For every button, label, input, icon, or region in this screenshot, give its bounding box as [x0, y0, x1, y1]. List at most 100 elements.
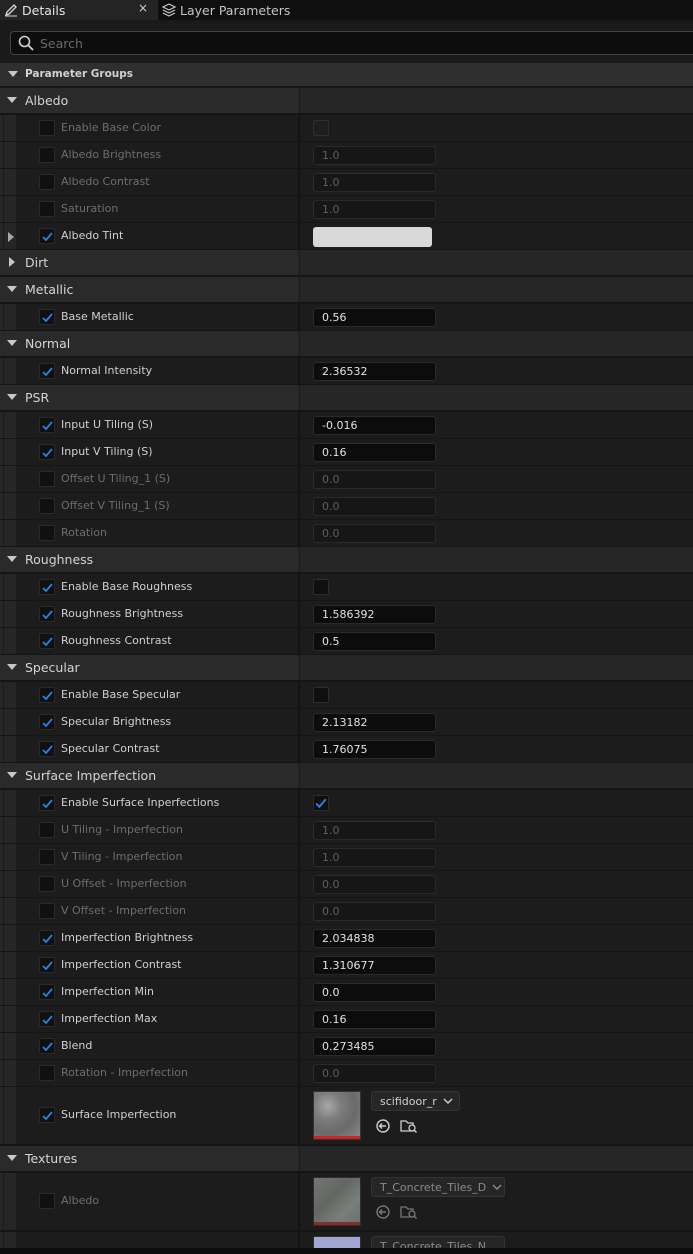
override-checkbox[interactable]	[39, 201, 55, 217]
override-checkbox[interactable]	[39, 984, 55, 1000]
texture-thumbnail[interactable]	[313, 1091, 361, 1140]
value-checkbox[interactable]	[313, 795, 329, 811]
value-field[interactable]: 2.36532	[313, 362, 436, 381]
override-checkbox[interactable]	[39, 579, 55, 595]
override-checkbox[interactable]	[39, 1011, 55, 1027]
group-surface-imperfection[interactable]: Surface Imperfection	[0, 762, 693, 788]
override-checkbox[interactable]	[39, 1038, 55, 1054]
override-checkbox[interactable]	[39, 714, 55, 730]
search-box[interactable]	[10, 31, 693, 55]
override-checkbox[interactable]	[39, 174, 55, 190]
horizontal-scrollbar[interactable]	[0, 1248, 693, 1254]
value-field[interactable]: 0.0	[313, 497, 436, 516]
value-field[interactable]: 0.0	[313, 524, 436, 543]
value-checkbox[interactable]	[313, 687, 329, 703]
value-field[interactable]: 0.16	[313, 1010, 436, 1029]
value-field[interactable]: 1.0	[313, 821, 436, 840]
texture-thumbnail[interactable]	[313, 1236, 361, 1248]
value-field[interactable]: 0.5	[313, 632, 436, 651]
expand-arrow-icon[interactable]	[7, 340, 17, 346]
browse-folder-icon[interactable]	[400, 1117, 418, 1135]
parameter-groups-header[interactable]: Parameter Groups	[0, 63, 693, 86]
override-checkbox[interactable]	[39, 687, 55, 703]
override-checkbox[interactable]	[39, 903, 55, 919]
value-field[interactable]: 0.0	[313, 470, 436, 489]
override-checkbox[interactable]	[39, 795, 55, 811]
override-checkbox[interactable]	[39, 849, 55, 865]
expand-arrow-icon[interactable]	[7, 664, 17, 670]
browse-folder-icon[interactable]	[400, 1203, 418, 1221]
override-checkbox[interactable]	[39, 633, 55, 649]
override-checkbox[interactable]	[39, 471, 55, 487]
override-checkbox[interactable]	[39, 444, 55, 460]
param-label: Rotation - Imperfection	[61, 1066, 188, 1079]
override-checkbox[interactable]	[39, 1193, 55, 1209]
override-checkbox[interactable]	[39, 957, 55, 973]
tab-details[interactable]: Details ×	[0, 0, 158, 20]
override-checkbox[interactable]	[39, 930, 55, 946]
value-field[interactable]: -0.016	[313, 416, 436, 435]
expand-arrow-icon[interactable]	[7, 394, 17, 400]
override-checkbox[interactable]	[39, 1107, 55, 1123]
group-psr[interactable]: PSR	[0, 384, 693, 410]
value-field[interactable]: 2.13182	[313, 713, 436, 732]
value-field[interactable]: 0.56	[313, 308, 436, 327]
group-normal[interactable]: Normal	[0, 330, 693, 356]
override-checkbox[interactable]	[39, 606, 55, 622]
expand-arrow-icon[interactable]	[8, 71, 18, 77]
asset-picker[interactable]: scifidoor_r	[371, 1091, 460, 1111]
asset-picker[interactable]: T_Concrete_Tiles_N	[371, 1236, 505, 1248]
override-checkbox[interactable]	[39, 147, 55, 163]
value-field[interactable]: 1.0	[313, 146, 436, 165]
expand-arrow-icon[interactable]	[7, 97, 17, 103]
expand-arrow-icon[interactable]	[7, 772, 17, 778]
value-field[interactable]: 0.0	[313, 875, 436, 894]
value-field[interactable]: 1.0	[313, 200, 436, 219]
expand-arrow-icon[interactable]	[7, 1155, 17, 1161]
override-checkbox[interactable]	[39, 741, 55, 757]
use-selected-icon[interactable]	[374, 1117, 392, 1135]
expand-arrow-icon[interactable]	[7, 556, 17, 562]
expand-arrow-icon[interactable]	[7, 286, 17, 292]
search-input[interactable]	[40, 35, 640, 51]
color-swatch[interactable]	[313, 227, 432, 247]
group-metallic[interactable]: Metallic	[0, 276, 693, 302]
value-field[interactable]: 1.0	[313, 848, 436, 867]
override-checkbox[interactable]	[39, 363, 55, 379]
value-checkbox[interactable]	[313, 579, 329, 595]
value-field[interactable]: 1.586392	[313, 605, 436, 624]
value-field[interactable]: 1.310677	[313, 956, 436, 975]
value-field[interactable]: 1.76075	[313, 740, 436, 759]
override-checkbox[interactable]	[39, 525, 55, 541]
asset-picker[interactable]: T_Concrete_Tiles_D	[371, 1177, 505, 1197]
group-roughness[interactable]: Roughness	[0, 546, 693, 572]
override-checkbox[interactable]	[39, 876, 55, 892]
value-field[interactable]: 0.0	[313, 902, 436, 921]
use-selected-icon[interactable]	[374, 1203, 392, 1221]
group-textures[interactable]: Textures	[0, 1145, 693, 1171]
expand-arrow-icon[interactable]	[8, 232, 14, 242]
value-field[interactable]: 1.0	[313, 173, 436, 192]
override-checkbox[interactable]	[39, 228, 55, 244]
texture-thumbnail[interactable]	[313, 1177, 361, 1226]
value-field[interactable]: 0.0	[313, 983, 436, 1002]
override-checkbox[interactable]	[39, 1065, 55, 1081]
override-checkbox[interactable]	[39, 822, 55, 838]
value-field[interactable]: 0.273485	[313, 1037, 436, 1056]
value-field[interactable]: 0.0	[313, 1064, 436, 1083]
group-albedo[interactable]: Albedo	[0, 87, 693, 113]
override-checkbox[interactable]	[39, 120, 55, 136]
close-icon[interactable]: ×	[138, 1, 148, 15]
override-checkbox[interactable]	[39, 417, 55, 433]
value-checkbox[interactable]	[313, 120, 329, 136]
group-dirt[interactable]: Dirt	[0, 249, 693, 275]
param-label: Enable Base Specular	[61, 688, 181, 701]
value-field[interactable]: 0.16	[313, 443, 436, 462]
override-checkbox[interactable]	[39, 309, 55, 325]
value-field[interactable]: 2.034838	[313, 929, 436, 948]
expand-arrow-icon[interactable]	[9, 257, 15, 267]
tab-layer-parameters[interactable]: Layer Parameters	[158, 0, 358, 20]
override-checkbox[interactable]	[39, 498, 55, 514]
param-enable-base-specular: Enable Base Specular	[0, 681, 693, 708]
group-specular[interactable]: Specular	[0, 654, 693, 680]
